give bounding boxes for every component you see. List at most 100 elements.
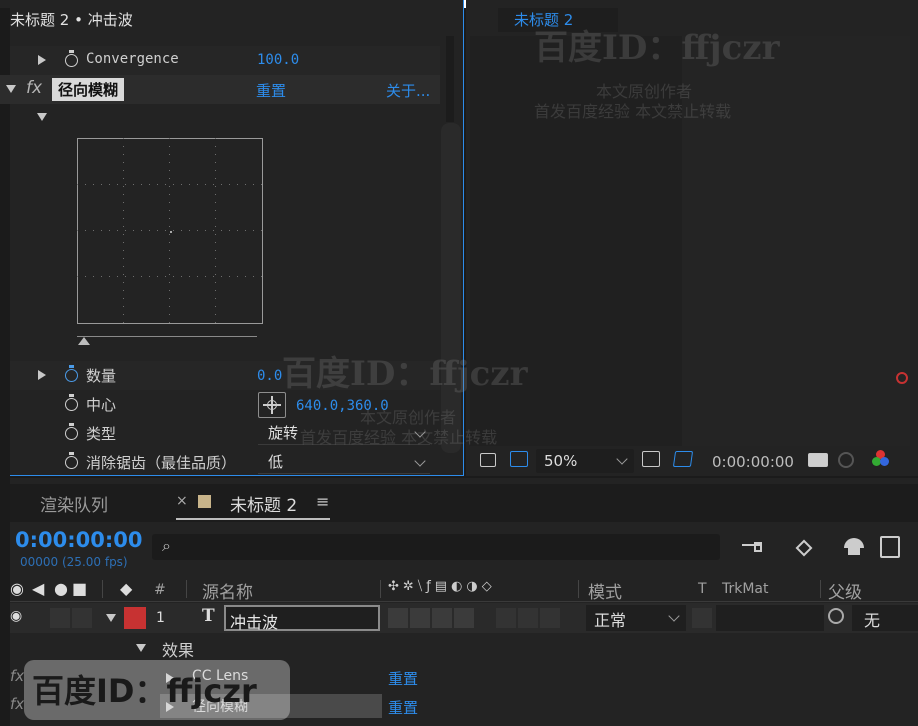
effect-controls-title: 未标题 2 • 冲击波 xyxy=(10,11,133,29)
grid-dot xyxy=(215,266,216,267)
grid-dot xyxy=(123,170,124,171)
layer-row[interactable]: ◉ 1 T 冲击波 正常 无 xyxy=(10,603,918,633)
left-gutter xyxy=(0,478,10,726)
grid-dot xyxy=(215,322,216,323)
panel-menu-icon[interactable]: ≡ xyxy=(316,492,329,511)
amount-value[interactable]: 0.0 xyxy=(257,368,282,384)
lock-icon[interactable]: ■ xyxy=(72,579,87,598)
pick-whip-icon[interactable] xyxy=(828,608,844,624)
grid-dot xyxy=(261,230,262,231)
color-channels-icon[interactable] xyxy=(872,450,890,468)
stopwatch-icon[interactable] xyxy=(65,423,78,440)
collapse-switch[interactable] xyxy=(410,608,430,628)
column-mode[interactable]: 模式 xyxy=(588,578,622,603)
label-color-swatch[interactable] xyxy=(124,607,146,629)
type-dropdown[interactable]: 旋转 xyxy=(258,421,430,445)
column-source-name[interactable]: 源名称 xyxy=(202,578,253,603)
slider-handle-icon[interactable] xyxy=(78,337,90,345)
grid-dot xyxy=(215,170,216,171)
layer-name-field[interactable]: 冲击波 xyxy=(224,605,380,632)
expand-triangle-icon[interactable] xyxy=(38,370,46,380)
close-tab-icon[interactable]: × xyxy=(176,493,188,509)
grid-dot xyxy=(215,242,216,243)
radial-blur-effect-row[interactable]: fx 径向模糊 重置 关于... xyxy=(0,75,440,104)
composition-tab[interactable]: 未标题 2 xyxy=(498,8,618,32)
track-matte-dropdown[interactable] xyxy=(716,605,824,631)
tab-timeline-comp[interactable]: 未标题 2 xyxy=(230,491,297,516)
convergence-value[interactable]: 100.0 xyxy=(257,52,299,68)
monitor-icon[interactable] xyxy=(510,451,528,467)
effects-expand-triangle-icon[interactable] xyxy=(136,644,146,652)
always-preview-icon[interactable] xyxy=(480,453,496,467)
antialias-dropdown[interactable]: 低 xyxy=(258,450,430,474)
lock-toggle[interactable] xyxy=(72,608,92,628)
audio-icon[interactable]: ◀ xyxy=(32,579,44,598)
visibility-eye-icon[interactable]: ◉ xyxy=(10,608,22,624)
about-link[interactable]: 关于... xyxy=(386,80,430,101)
layer-expand-triangle-icon[interactable] xyxy=(106,614,116,622)
snapshot-icon[interactable] xyxy=(838,452,854,468)
grid-dot xyxy=(123,178,124,179)
reset-link[interactable]: 重置 xyxy=(256,80,286,101)
camera-icon[interactable] xyxy=(808,453,828,467)
parent-dropdown[interactable]: 无 xyxy=(852,605,918,631)
quality-switch[interactable] xyxy=(432,608,452,628)
preserve-transparency-toggle[interactable] xyxy=(692,608,712,628)
effect-name[interactable]: 径向模糊 xyxy=(52,78,125,101)
grid-dot xyxy=(253,230,254,231)
scrollbar-track xyxy=(446,36,454,122)
grid-dot xyxy=(123,258,124,259)
timeline-timecode[interactable]: 0:00:00:00 xyxy=(15,528,142,552)
zoom-dropdown[interactable]: 50% xyxy=(536,449,634,473)
stopwatch-icon[interactable] xyxy=(65,394,78,411)
grid-dot xyxy=(221,184,222,185)
scrollbar-thumb[interactable] xyxy=(441,123,461,453)
grid-dot xyxy=(141,276,142,277)
blend-mode-dropdown[interactable]: 正常 xyxy=(586,605,686,631)
stopwatch-icon[interactable] xyxy=(65,50,78,67)
comp-flowchart-icon[interactable] xyxy=(742,538,766,556)
fx-icon[interactable]: fx xyxy=(10,667,24,685)
effect-switch[interactable] xyxy=(454,608,474,628)
layer-search-input[interactable]: ⌕ xyxy=(152,534,720,560)
grid-dot xyxy=(123,322,124,323)
grid-dot xyxy=(123,314,124,315)
transparency-grid-icon[interactable] xyxy=(672,451,694,467)
center-value[interactable]: 640.0,360.0 xyxy=(296,398,389,414)
motion-blur-switch[interactable] xyxy=(496,608,516,628)
tab-render-queue[interactable]: 渲染队列 xyxy=(40,491,108,516)
resolution-grid-icon[interactable] xyxy=(642,451,660,467)
switches-icons: ✣✲⧹ƒ▤◐◑◇ xyxy=(388,579,496,594)
grid-dot xyxy=(197,276,198,277)
draft-3d-icon[interactable] xyxy=(792,536,814,558)
comp-timecode[interactable]: 0:00:00:00 xyxy=(712,453,794,471)
fx-icon[interactable]: fx xyxy=(10,695,24,713)
grid-dot xyxy=(245,184,246,185)
column-trkmat[interactable]: TrkMat xyxy=(722,581,769,597)
watermark-badge: 百度ID：ffjczr xyxy=(24,660,290,720)
effect-reset-link[interactable]: 重置 xyxy=(388,668,418,689)
crosshair-icon[interactable] xyxy=(258,392,286,418)
search-icon: ⌕ xyxy=(162,536,171,555)
subgroup-triangle-icon[interactable] xyxy=(37,113,47,121)
adjustment-switch[interactable] xyxy=(518,608,538,628)
grid-dot xyxy=(189,230,190,231)
shy-layers-icon[interactable] xyxy=(842,538,866,556)
stopwatch-icon[interactable] xyxy=(65,365,78,382)
solo-icon[interactable]: ● xyxy=(54,579,68,598)
stopwatch-icon[interactable] xyxy=(65,452,78,469)
grid-dot xyxy=(197,230,198,231)
collapse-triangle-icon[interactable] xyxy=(6,85,16,93)
fx-icon[interactable]: fx xyxy=(26,78,42,98)
anchor-point-icon[interactable] xyxy=(896,372,908,384)
expand-triangle-icon[interactable] xyxy=(38,55,46,65)
effect-reset-link[interactable]: 重置 xyxy=(388,697,418,718)
label-tag-icon[interactable]: ◆ xyxy=(120,579,132,598)
3d-switch[interactable] xyxy=(540,608,560,628)
eye-icon[interactable]: ◉ xyxy=(10,579,24,598)
frame-blending-icon[interactable] xyxy=(880,536,900,558)
audio-toggle[interactable] xyxy=(50,608,70,628)
shy-switch[interactable] xyxy=(388,608,408,628)
column-parent[interactable]: 父级 xyxy=(828,578,862,603)
parent-value: 无 xyxy=(864,611,881,630)
